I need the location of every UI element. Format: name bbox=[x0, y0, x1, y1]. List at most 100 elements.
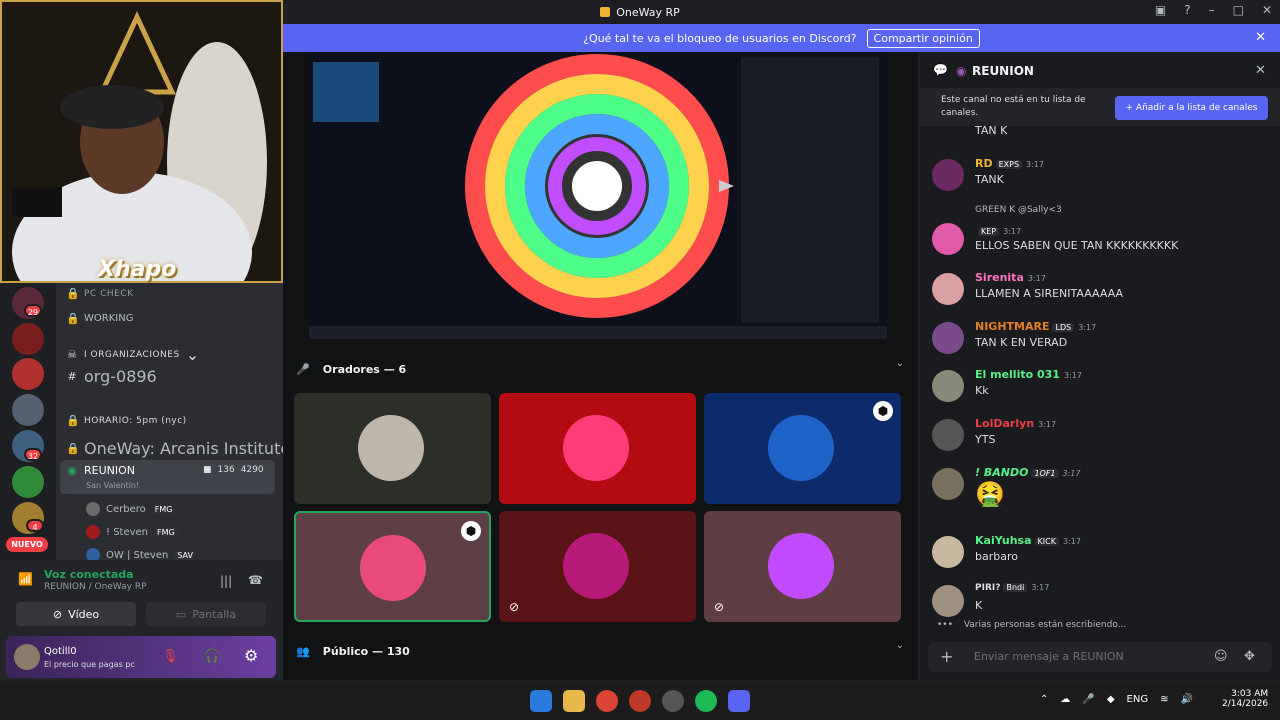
avatar bbox=[563, 533, 629, 599]
emoji-icon[interactable]: ☺ bbox=[1214, 649, 1228, 664]
avatar[interactable] bbox=[932, 322, 964, 354]
add-attachment-icon[interactable]: + bbox=[940, 647, 953, 666]
share-feedback-button[interactable]: Compartir opinión bbox=[866, 28, 980, 48]
inbox-icon[interactable]: ▣ bbox=[1155, 3, 1166, 17]
server-badge: 29 bbox=[24, 304, 42, 317]
reply-preview[interactable]: GREEN K @Sally<3 bbox=[975, 205, 1062, 215]
voice-status: Voz conectada bbox=[44, 568, 134, 581]
username[interactable]: Qotill0 bbox=[44, 646, 77, 657]
server-icon[interactable] bbox=[12, 358, 44, 390]
screen-icon: ▭ bbox=[175, 607, 187, 621]
feedback-banner: ¿Qué tal te va el bloqueo de usuarios en… bbox=[283, 24, 1280, 52]
speakers-section[interactable]: 🎤 Oradores — 6 ⌄ bbox=[296, 358, 904, 376]
public-section[interactable]: 👥 Público — 130 ⌄ bbox=[296, 640, 904, 658]
clock[interactable]: 3:03 AM 2/14/2026 bbox=[1222, 689, 1268, 709]
vpn-icon[interactable]: ◆ bbox=[1107, 694, 1115, 705]
close-icon[interactable]: ✕ bbox=[1255, 63, 1266, 78]
user-status: El precio que pagas pc bbox=[44, 660, 135, 669]
server-icon-active[interactable] bbox=[12, 466, 44, 498]
channel-horario[interactable]: 🔒 HORARIO: 5pm (nyc) bbox=[66, 414, 187, 427]
app-icon[interactable] bbox=[662, 690, 684, 712]
avatar[interactable] bbox=[932, 370, 964, 402]
speaker-tile[interactable]: ⊘ bbox=[704, 511, 901, 622]
maximize-button[interactable]: □ bbox=[1233, 3, 1244, 17]
chat-panel bbox=[920, 52, 1280, 680]
avatar[interactable] bbox=[932, 585, 964, 617]
mic-icon[interactable]: 🎤 bbox=[1082, 694, 1094, 705]
shared-window-list bbox=[741, 57, 879, 323]
speaker-tile[interactable]: ⬢ bbox=[704, 393, 901, 504]
category-organizaciones[interactable]: ☠ I ORGANIZACIONES ⌄ bbox=[66, 345, 199, 364]
server-icon[interactable] bbox=[12, 394, 44, 426]
voice-counts: ■ 136 4290 bbox=[203, 465, 264, 475]
cloud-icon[interactable]: ☁ bbox=[1060, 694, 1070, 705]
minimize-button[interactable]: – bbox=[1209, 3, 1215, 17]
speaker-tile[interactable] bbox=[294, 393, 491, 504]
close-window-button[interactable]: ✕ bbox=[1262, 3, 1272, 17]
disconnect-icon[interactable]: ☎ bbox=[248, 573, 263, 587]
window-title: OneWay RP bbox=[616, 5, 680, 19]
avatar[interactable] bbox=[932, 419, 964, 451]
avatar[interactable] bbox=[14, 644, 40, 670]
banner-text: ¿Qué tal te va el bloqueo de usuarios en… bbox=[583, 31, 857, 45]
file-explorer-icon[interactable] bbox=[563, 690, 585, 712]
lock-icon: 🔒 bbox=[66, 312, 80, 325]
channel-pc-check[interactable]: 🔒 PC CHECK bbox=[66, 287, 134, 300]
volume-icon[interactable]: 🔊 bbox=[1181, 694, 1193, 705]
gear-icon[interactable]: ⚙ bbox=[244, 646, 258, 665]
spotify-icon[interactable] bbox=[695, 690, 717, 712]
channel-org-0896[interactable]: # org-0896 bbox=[66, 367, 156, 386]
new-badge: NUEVO bbox=[6, 537, 48, 552]
discord-icon[interactable] bbox=[728, 690, 750, 712]
server-badge: 32 bbox=[24, 448, 42, 461]
avatar bbox=[358, 415, 424, 481]
voice-location[interactable]: REUNION / OneWay RP bbox=[44, 582, 147, 592]
skull-icon: ☠ bbox=[67, 348, 77, 361]
chevron-down-icon[interactable]: ⌄ bbox=[896, 640, 904, 651]
stage-icon: ◉ bbox=[956, 64, 967, 78]
speaker-tile[interactable] bbox=[499, 393, 696, 504]
video-icon: ■ bbox=[203, 465, 212, 475]
webcam-overlay bbox=[0, 0, 283, 332]
speaker-tile[interactable]: ⊘ bbox=[499, 511, 696, 622]
noise-suppression-icon[interactable]: ||| bbox=[220, 574, 232, 588]
headphones-icon[interactable]: 🎧 bbox=[204, 649, 220, 664]
mic-muted-icon[interactable]: 🎙 bbox=[162, 649, 179, 664]
chevron-down-icon: ⌄ bbox=[185, 345, 200, 364]
avatar[interactable] bbox=[932, 468, 964, 500]
public-header: Público — 130 bbox=[322, 645, 410, 658]
voice-user[interactable]: Cerbero FMG bbox=[86, 502, 176, 516]
channel-working[interactable]: 🔒 WORKING bbox=[66, 312, 133, 325]
avatar[interactable] bbox=[932, 223, 964, 255]
server-badge: 4 bbox=[26, 519, 44, 532]
start-icon[interactable] bbox=[530, 690, 552, 712]
add-channel-button[interactable]: + Añadir a la lista de canales bbox=[1115, 96, 1268, 120]
app-icon[interactable] bbox=[629, 690, 651, 712]
chrome-icon[interactable] bbox=[596, 690, 618, 712]
video-button[interactable]: ⊘ Vídeo bbox=[16, 602, 136, 626]
typing-dots-icon: ••• bbox=[937, 620, 953, 630]
wifi-icon[interactable]: ≋ bbox=[1160, 694, 1168, 705]
avatar[interactable] bbox=[932, 536, 964, 568]
server-icon[interactable] bbox=[12, 323, 44, 355]
avatar[interactable] bbox=[932, 159, 964, 191]
avatar bbox=[86, 502, 100, 516]
mic-muted-icon: ⊘ bbox=[714, 600, 725, 614]
avatar[interactable] bbox=[932, 273, 964, 305]
moderator-icon: ⬢ bbox=[461, 521, 481, 541]
speaker-tile-speaking[interactable]: ⬢ bbox=[294, 511, 491, 622]
close-icon[interactable]: ✕ bbox=[1255, 30, 1266, 45]
mic-icon: 🎤 bbox=[296, 363, 310, 376]
screen-share-button[interactable]: ▭ Pantalla bbox=[146, 602, 266, 626]
voice-user[interactable]: ! Steven FMG bbox=[86, 525, 178, 539]
channel-arcanis[interactable]: 🔒 OneWay: Arcanis Institute bbox=[66, 439, 290, 458]
typing-indicator: ••• Varias personas están escribiendo... bbox=[937, 620, 1127, 630]
help-icon[interactable]: ? bbox=[1184, 3, 1190, 17]
language-indicator[interactable]: ENG bbox=[1127, 694, 1149, 705]
voice-channel-reunion[interactable]: ◉ REUNION bbox=[66, 464, 135, 477]
apps-icon[interactable]: ✥ bbox=[1244, 649, 1255, 664]
message-input[interactable]: Enviar mensaje a REUNION bbox=[974, 650, 1124, 663]
people-icon: 👥 bbox=[296, 645, 310, 658]
chevron-down-icon[interactable]: ⌄ bbox=[896, 358, 904, 369]
chevron-up-icon[interactable]: ⌃ bbox=[1040, 694, 1048, 705]
